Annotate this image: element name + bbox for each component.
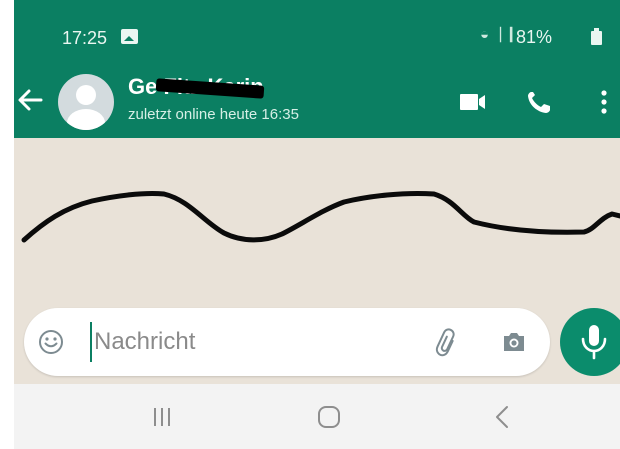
back-button[interactable] xyxy=(16,80,52,120)
avatar-body xyxy=(67,109,105,130)
back-chevron-icon xyxy=(496,406,508,428)
battery-icon xyxy=(591,28,602,45)
message-composer xyxy=(24,308,550,376)
microphone-icon xyxy=(581,325,607,360)
arrow-left-icon xyxy=(18,89,43,111)
phone-icon xyxy=(528,92,550,113)
recents-button[interactable] xyxy=(150,406,174,428)
chat-screen: 17:25 ◒ ▏▎ 81% Ge Fitz Karin zuletzt onl… xyxy=(0,0,620,449)
battery-percentage: 81% xyxy=(516,27,553,47)
contact-avatar[interactable] xyxy=(58,74,114,130)
recents-icon xyxy=(154,408,170,426)
more-options-button[interactable] xyxy=(592,84,616,120)
camera-button[interactable] xyxy=(501,330,527,354)
chat-header: 17:25 ◒ ▏▎ 81% Ge Fitz Karin zuletzt onl… xyxy=(14,0,620,138)
more-vert-icon xyxy=(601,90,607,114)
wifi-icon: ◒ xyxy=(480,26,490,43)
home-icon xyxy=(318,406,340,428)
message-input[interactable] xyxy=(90,322,420,362)
attach-button[interactable] xyxy=(434,328,460,358)
voice-message-button[interactable] xyxy=(560,308,620,376)
contact-info[interactable]: Ge Fitz Karin zuletzt online heute 16:35 xyxy=(128,74,299,123)
contact-last-seen: zuletzt online heute 16:35 xyxy=(128,106,299,123)
gallery-icon xyxy=(121,29,138,44)
video-camera-icon xyxy=(460,94,485,110)
system-back-button[interactable] xyxy=(492,404,512,430)
voice-call-button[interactable] xyxy=(522,86,558,118)
status-time: 17:25 xyxy=(62,28,108,48)
app-bar: Ge Fitz Karin zuletzt online heute 16:35 xyxy=(14,70,620,138)
emoji-icon xyxy=(39,330,63,354)
status-bar: 17:25 ◒ ▏▎ 81% xyxy=(14,0,620,70)
camera-icon xyxy=(504,333,524,351)
emoji-button[interactable] xyxy=(38,329,64,355)
home-button[interactable] xyxy=(316,404,342,430)
paperclip-icon xyxy=(435,328,455,357)
default-avatar-icon xyxy=(76,85,96,105)
system-navigation-bar xyxy=(14,384,620,449)
video-call-button[interactable] xyxy=(452,86,492,118)
